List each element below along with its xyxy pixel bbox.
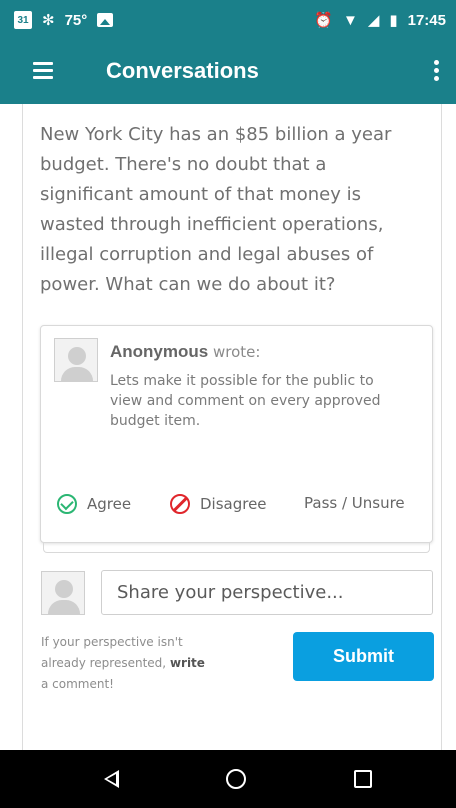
status-bar: 31 ✻ 75° ⏰ ▼ ◢ ▮ 17:45	[0, 0, 456, 40]
disagree-label: Disagree	[200, 495, 267, 513]
pass-label: Pass / Unsure	[304, 494, 405, 512]
disagree-button[interactable]: Disagree	[170, 494, 267, 514]
signal-icon: ◢	[367, 12, 380, 29]
status-right: ⏰ ▼ ◢ ▮ 17:45	[314, 11, 446, 30]
comment-author-avatar	[54, 338, 98, 382]
image-icon	[97, 13, 114, 27]
compose-hint: If your perspective isn't already repres…	[41, 632, 211, 695]
app-bar: Conversations	[0, 40, 456, 104]
fan-icon: ✻	[42, 12, 55, 29]
back-icon[interactable]	[104, 770, 119, 788]
page-title: Conversations	[106, 58, 259, 83]
more-options-icon[interactable]	[434, 60, 440, 84]
agree-label: Agree	[87, 495, 132, 513]
navigation-bar	[0, 750, 456, 808]
comment-author-line: Anonymous wrote:	[110, 342, 260, 362]
submit-button[interactable]: Submit	[293, 632, 434, 681]
comment-text: Lets make it possible for the public to …	[110, 373, 381, 429]
temperature: 75°	[64, 11, 88, 29]
hint-prefix: If your perspective isn't already repres…	[41, 635, 183, 670]
clock: 17:45	[407, 11, 446, 29]
battery-icon: ▮	[389, 12, 398, 29]
hint-write: write	[169, 656, 205, 670]
conversation-question: New York City has an $85 billion a year …	[40, 124, 392, 295]
comment-author-name: Anonymous	[110, 342, 209, 361]
wifi-icon: ▼	[342, 11, 358, 29]
pass-button[interactable]: Pass / Unsure	[304, 494, 405, 512]
ban-icon	[170, 494, 190, 514]
menu-icon[interactable]	[33, 62, 53, 79]
card-stack-edge	[43, 543, 430, 553]
recents-icon[interactable]	[354, 770, 372, 788]
alarm-icon: ⏰	[314, 12, 333, 29]
agree-button[interactable]: Agree	[57, 494, 131, 514]
user-avatar	[41, 571, 85, 615]
hint-suffix: a comment!	[41, 677, 114, 691]
home-icon[interactable]	[226, 769, 246, 789]
wrote-label: wrote:	[212, 343, 261, 361]
status-left: 31 ✻ 75°	[14, 11, 114, 29]
share-perspective-input[interactable]	[101, 570, 433, 615]
calendar-icon: 31	[14, 11, 32, 29]
check-circle-icon	[57, 494, 77, 514]
